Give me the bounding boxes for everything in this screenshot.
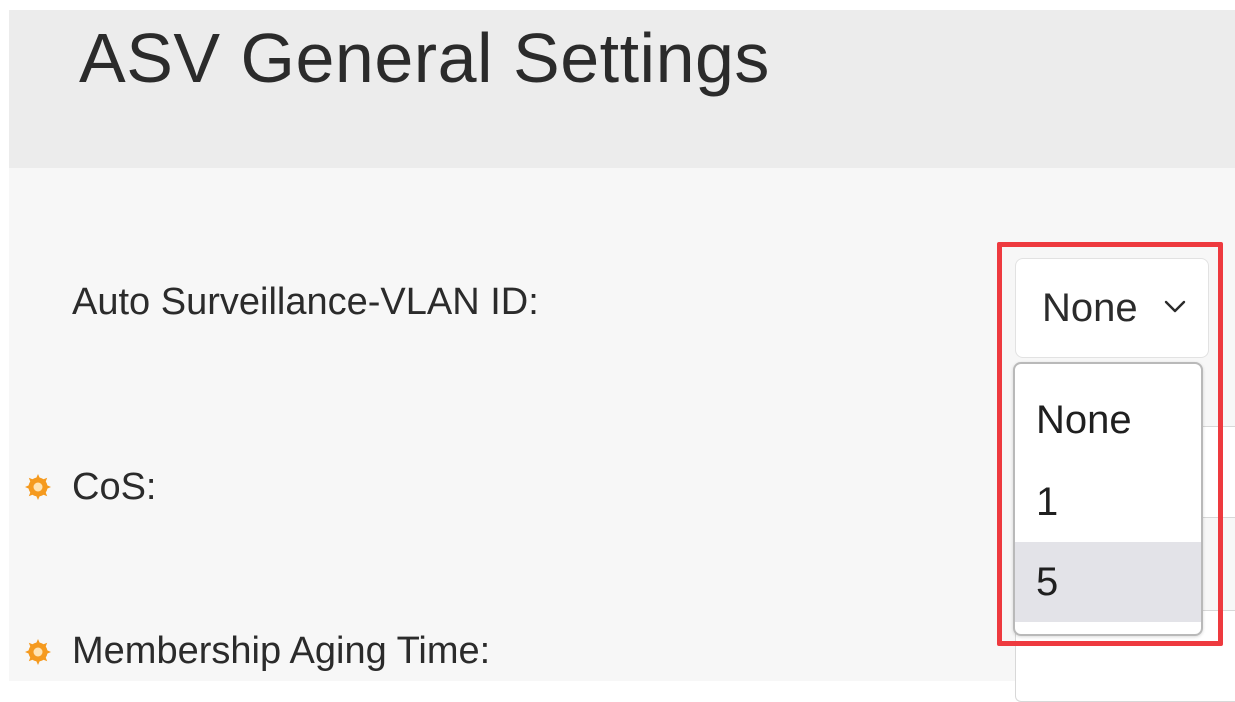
vlan-id-label: Auto Surveillance-VLAN ID: [72, 281, 539, 323]
annotation-highlight-box [997, 242, 1223, 646]
required-field-icon [25, 474, 51, 500]
page-title: ASV General Settings [79, 19, 770, 97]
membership-aging-time-label: Membership Aging Time: [72, 630, 491, 672]
required-field-icon [25, 639, 51, 665]
page-header: ASV General Settings [9, 10, 1235, 168]
cos-label: CoS: [72, 466, 157, 508]
